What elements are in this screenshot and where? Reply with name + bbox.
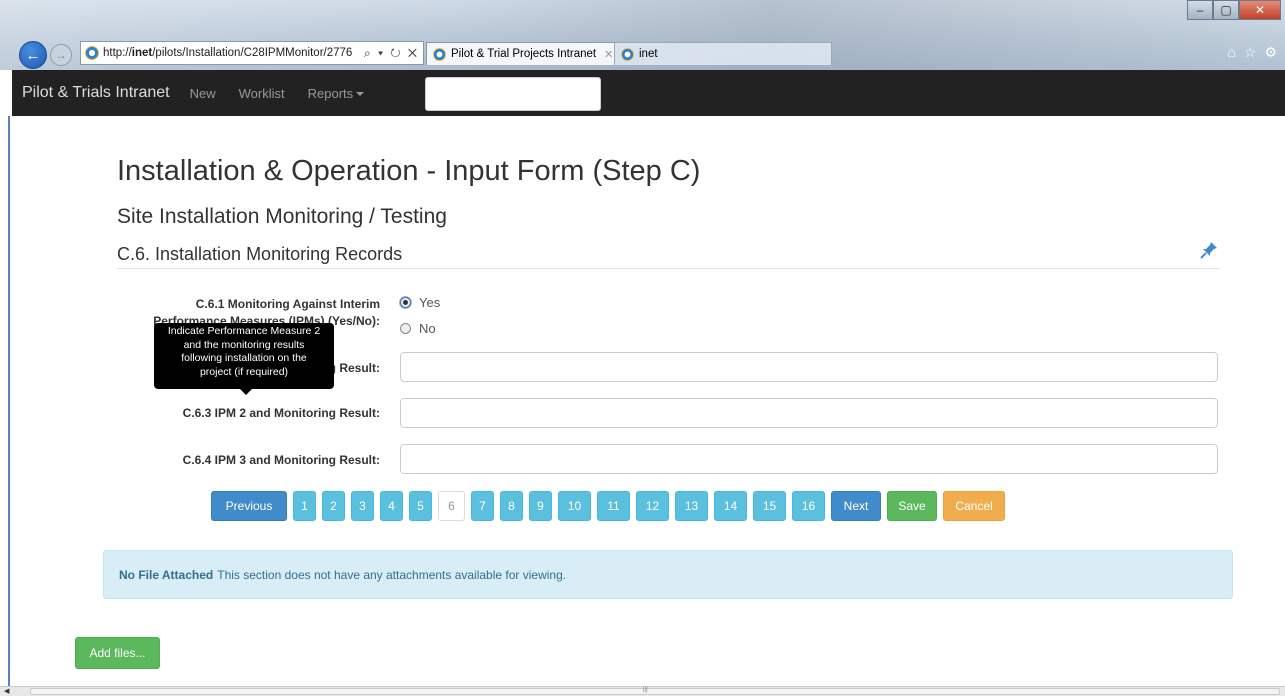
step-pagination: Previous 1 2 3 4 5 6 7 8 9 10 11 12 13 1… bbox=[211, 491, 1005, 521]
address-bar[interactable]: http://inet/pilots/Installation/C28IPMMo… bbox=[80, 41, 424, 65]
nav-link-reports[interactable]: Reports bbox=[308, 86, 365, 101]
section-title: C.6. Installation Monitoring Records bbox=[117, 244, 403, 264]
q4-label: C.6.4 IPM 3 and Monitoring Result: bbox=[182, 453, 380, 467]
nav-link-worklist[interactable]: Worklist bbox=[239, 86, 285, 101]
tooltip-line: project (if required) bbox=[199, 365, 289, 378]
ie-page-icon bbox=[621, 47, 634, 61]
cancel-button[interactable]: Cancel bbox=[943, 491, 1005, 521]
tab-label: Pilot & Trial Projects Intranet bbox=[451, 48, 597, 60]
save-button[interactable]: Save bbox=[887, 491, 937, 521]
page-button-9[interactable]: 9 bbox=[529, 491, 552, 521]
page-button-5[interactable]: 5 bbox=[409, 491, 432, 521]
ipm1-result-field[interactable] bbox=[400, 352, 1218, 382]
tooltip-line: and the monitoring results bbox=[183, 338, 305, 351]
url-host: inet bbox=[131, 47, 153, 59]
address-url[interactable]: http://inet/pilots/Installation/C28IPMMo… bbox=[103, 47, 364, 59]
add-files-button[interactable]: Add files... bbox=[75, 637, 160, 669]
url-path: /pilots/Installation/C28IPMMonitor/2776 bbox=[152, 47, 353, 59]
alert-title: No File Attached bbox=[119, 567, 214, 582]
radio-no[interactable] bbox=[400, 323, 411, 334]
page-button-14[interactable]: 14 bbox=[714, 491, 747, 521]
attachments-alert: No File Attached This section does not h… bbox=[103, 550, 1233, 599]
url-scheme: http:// bbox=[103, 47, 132, 59]
scrollbar-grip-icon: ||| bbox=[643, 687, 648, 693]
ipm3-result-field[interactable] bbox=[400, 444, 1218, 474]
tooltip-line: Indicate Performance Measure 2 bbox=[167, 325, 321, 337]
page-button-12[interactable]: 12 bbox=[636, 491, 669, 521]
radio-no-label: No bbox=[419, 321, 436, 336]
browser-toolbar-icons: ⌂ ☆ ⚙ bbox=[1227, 44, 1277, 61]
nav-link-reports-label: Reports bbox=[307, 85, 354, 101]
help-tooltip: Indicate Performance Measure 2 and the m… bbox=[154, 323, 334, 389]
next-button[interactable]: Next bbox=[831, 491, 881, 521]
page-title: Installation & Operation - Input Form (S… bbox=[117, 155, 701, 187]
page-button-8[interactable]: 8 bbox=[500, 491, 523, 521]
ie-page-icon bbox=[433, 47, 446, 61]
arrow-left-icon: ← bbox=[25, 46, 41, 64]
scrollbar-thumb[interactable] bbox=[30, 688, 1280, 695]
page-button-6-current: 6 bbox=[438, 491, 465, 521]
address-tools[interactable]: ⌕ ▾ ↻ ✕ bbox=[364, 46, 419, 61]
gear-icon[interactable]: ⚙ bbox=[1264, 44, 1277, 61]
ipm2-result-field[interactable] bbox=[400, 398, 1218, 428]
close-tab-icon[interactable]: ✕ bbox=[604, 48, 613, 61]
forward-button[interactable]: → bbox=[50, 44, 72, 66]
back-button[interactable]: ← bbox=[19, 41, 47, 69]
star-icon[interactable]: ☆ bbox=[1244, 44, 1257, 61]
tooltip-line: following installation on the bbox=[181, 352, 307, 364]
caret-down-icon bbox=[356, 92, 365, 97]
tab-inet[interactable]: inet bbox=[614, 42, 832, 65]
page-button-15[interactable]: 15 bbox=[753, 491, 786, 521]
page-button-3[interactable]: 3 bbox=[351, 491, 374, 521]
page-button-16[interactable]: 16 bbox=[792, 491, 825, 521]
home-icon[interactable]: ⌂ bbox=[1227, 44, 1235, 61]
nav-link-new[interactable]: New bbox=[190, 86, 216, 101]
previous-button[interactable]: Previous bbox=[211, 491, 287, 521]
page-button-13[interactable]: 13 bbox=[675, 491, 708, 521]
arrow-right-icon: → bbox=[55, 48, 67, 62]
window-controls: – ▢ ✕ bbox=[1187, 0, 1281, 20]
page-button-11[interactable]: 11 bbox=[597, 491, 630, 521]
ie-page-icon bbox=[85, 46, 99, 60]
page-button-1[interactable]: 1 bbox=[293, 491, 316, 521]
tab-label: inet bbox=[639, 48, 658, 60]
tab-pilot-trial[interactable]: Pilot & Trial Projects Intranet ✕ bbox=[426, 42, 615, 65]
page-button-4[interactable]: 4 bbox=[380, 491, 403, 521]
alert-message: This section does not have any attachmen… bbox=[217, 567, 567, 582]
q1-label-line1: C.6.1 Monitoring Against Interim bbox=[195, 297, 380, 311]
radio-yes[interactable] bbox=[400, 297, 411, 308]
page-button-2[interactable]: 2 bbox=[322, 491, 345, 521]
q3-label: C.6.3 IPM 2 and Monitoring Result: bbox=[182, 406, 380, 420]
page-button-10[interactable]: 10 bbox=[558, 491, 591, 521]
radio-option-no[interactable]: No bbox=[400, 321, 436, 336]
page-subtitle: Site Installation Monitoring / Testing bbox=[117, 205, 447, 228]
close-window-button[interactable]: ✕ bbox=[1239, 0, 1281, 20]
navbar-search-input[interactable] bbox=[425, 77, 601, 111]
minimize-button[interactable]: – bbox=[1187, 0, 1213, 20]
page-left-border bbox=[8, 116, 10, 696]
navbar-brand[interactable]: Pilot & Trials Intranet bbox=[22, 84, 170, 102]
page-button-7[interactable]: 7 bbox=[471, 491, 494, 521]
pin-icon[interactable] bbox=[1199, 240, 1219, 260]
scroll-left-icon[interactable]: ◀ bbox=[4, 687, 9, 695]
radio-yes-label: Yes bbox=[419, 295, 441, 310]
app-navbar: Pilot & Trials Intranet New Worklist Rep… bbox=[12, 70, 1285, 116]
radio-option-yes[interactable]: Yes bbox=[400, 295, 440, 310]
maximize-button[interactable]: ▢ bbox=[1213, 0, 1239, 20]
section-divider bbox=[117, 268, 1220, 269]
tooltip-arrow bbox=[240, 389, 252, 395]
browser-chrome: – ▢ ✕ ← → http://inet/pilots/Installatio… bbox=[0, 0, 1285, 70]
